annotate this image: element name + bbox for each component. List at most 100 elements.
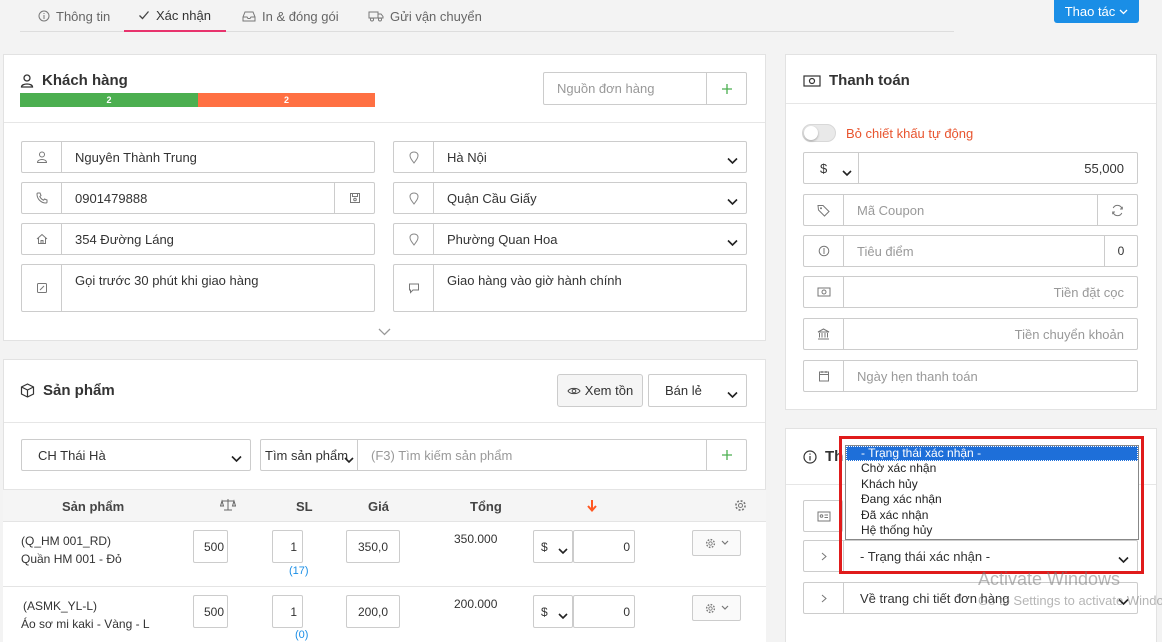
- tab-label: Gửi vận chuyển: [390, 8, 482, 24]
- expand-chevron-icon[interactable]: [378, 324, 391, 339]
- view-stock-label: Xem tồn: [584, 383, 634, 398]
- transfer-input[interactable]: Tiền chuyển khoản: [844, 327, 1137, 342]
- price-input[interactable]: 350,0: [346, 530, 400, 563]
- points-field[interactable]: Tiêu điểm 0: [803, 235, 1138, 267]
- chevron-down-icon: [558, 544, 568, 558]
- payment-date-field[interactable]: Ngày hẹn thanh toán: [803, 360, 1138, 392]
- weight-input[interactable]: 500: [193, 530, 228, 563]
- phone-icon: [22, 183, 62, 213]
- discount-input[interactable]: 0: [573, 530, 635, 563]
- info-circle-icon: [803, 449, 817, 464]
- chevron-right-icon[interactable]: [804, 541, 844, 571]
- auto-discount-toggle[interactable]: [802, 124, 836, 142]
- info-circle-icon: [38, 10, 50, 22]
- product-search[interactable]: Tìm sản phẩm (F3) Tìm kiếm sản phẩm: [260, 439, 747, 471]
- discount-currency-select[interactable]: $: [533, 595, 573, 628]
- address-value: 354 Đường Láng: [75, 231, 174, 247]
- product-code: (Q_HM 001_RD): [21, 534, 112, 548]
- phone-field[interactable]: 0901479888: [21, 182, 375, 214]
- ward-select[interactable]: Phường Quan Hoa: [393, 223, 747, 255]
- discount-value: 55,000: [1084, 160, 1124, 176]
- plus-icon: [721, 83, 732, 94]
- payment-panel-title: Thanh toán: [803, 72, 910, 89]
- divider: [786, 103, 1156, 104]
- order-source-input[interactable]: Nguồn đơn hàng: [543, 72, 747, 105]
- order-step-tabs: Thông tin Xác nhận In & đóng gói Gửi vận…: [20, 0, 954, 32]
- tab-label: In & đóng gói: [262, 8, 339, 24]
- table-row: (ASMK_YL-L) Áo sơ mi kaki - Vàng - L 500…: [3, 587, 766, 642]
- activate-windows-hint: Go to Settings to activate Windows.: [978, 593, 1162, 608]
- discount-input[interactable]: 0: [573, 595, 635, 628]
- customer-stats-bar: 2 2: [20, 93, 375, 107]
- delivery-note-field[interactable]: Giao hàng vào giờ hành chính: [393, 264, 747, 312]
- tab-info[interactable]: Thông tin: [24, 0, 124, 32]
- refresh-icon[interactable]: [1097, 195, 1137, 225]
- address-field[interactable]: 354 Đường Láng: [21, 223, 375, 255]
- tab-confirm[interactable]: Xác nhận: [124, 0, 226, 32]
- chevron-down-icon: [727, 387, 738, 402]
- map-pin-icon: [394, 142, 434, 172]
- tab-label: Thông tin: [56, 8, 111, 24]
- auto-discount-label: Bỏ chiết khấu tự động: [846, 126, 974, 141]
- deposit-field[interactable]: Tiền đặt cọc: [803, 276, 1138, 308]
- col-qty: SL: [296, 499, 313, 514]
- customer-note-field[interactable]: Gọi trước 30 phút khi giao hàng: [21, 264, 375, 312]
- stock-count-link[interactable]: (0): [295, 629, 308, 641]
- view-stock-button[interactable]: Xem tồn: [557, 374, 643, 407]
- chevron-down-icon: [721, 605, 728, 610]
- order-source-placeholder: Nguồn đơn hàng: [557, 81, 655, 96]
- map-pin-icon: [394, 224, 434, 254]
- points-input[interactable]: Tiêu điểm: [844, 244, 1104, 259]
- chevron-down-icon: [727, 235, 738, 250]
- save-icon[interactable]: [334, 183, 374, 213]
- id-card-icon: [804, 501, 844, 531]
- deposit-input[interactable]: Tiền đặt cọc: [844, 285, 1137, 300]
- edit-note-icon: [22, 265, 62, 311]
- calendar-icon: [804, 361, 844, 391]
- col-product: Sản phẩm: [62, 499, 125, 514]
- chevron-right-icon[interactable]: [804, 583, 844, 613]
- gear-icon: [705, 603, 715, 613]
- tab-print-pack[interactable]: In & đóng gói: [228, 0, 353, 32]
- products-table-header: Sản phẩm SL Giá Tổng: [3, 489, 766, 522]
- discount-currency-select[interactable]: $: [533, 530, 573, 563]
- customer-name-field[interactable]: Nguyên Thành Trung: [21, 141, 375, 173]
- city-select[interactable]: Hà Nội: [393, 141, 747, 173]
- sale-type-select[interactable]: Bán lẻ: [648, 374, 747, 407]
- tab-shipping[interactable]: Gửi vận chuyển: [354, 0, 496, 32]
- currency-value: $: [541, 604, 548, 619]
- discount-field[interactable]: $ 55,000: [803, 152, 1138, 184]
- plus-icon: [721, 450, 732, 460]
- product-code: (ASMK_YL-L): [23, 599, 98, 613]
- delivery-note: Giao hàng vào giờ hành chính: [447, 273, 622, 288]
- add-product-button[interactable]: [706, 440, 746, 470]
- title-text: Thanh toán: [829, 72, 910, 89]
- stock-count-link[interactable]: (17): [289, 565, 309, 577]
- coupon-input[interactable]: Mã Coupon: [844, 203, 1097, 218]
- search-input[interactable]: (F3) Tìm kiếm sản phẩm: [358, 448, 706, 463]
- col-price: Giá: [368, 499, 389, 514]
- product-cell: (Q_HM 001_RD) Quần HM 001 - Đỏ: [21, 532, 122, 568]
- search-type-select[interactable]: Tìm sản phẩm: [261, 440, 358, 470]
- price-input[interactable]: 200,0: [346, 595, 400, 628]
- actions-button[interactable]: Thao tác: [1054, 0, 1139, 23]
- search-type-value: Tìm sản phẩm: [265, 447, 349, 463]
- qty-input[interactable]: 1: [272, 530, 303, 563]
- product-cell: (ASMK_YL-L) Áo sơ mi kaki - Vàng - L: [21, 597, 150, 633]
- weight-input[interactable]: 500: [193, 595, 228, 628]
- row-settings-button[interactable]: [692, 530, 741, 556]
- payment-date-input[interactable]: Ngày hẹn thanh toán: [844, 369, 1137, 384]
- add-source-button[interactable]: [706, 73, 746, 104]
- money-icon: [803, 74, 821, 87]
- district-select[interactable]: Quận Cầu Giấy: [393, 182, 747, 214]
- home-icon: [22, 224, 62, 254]
- coupon-field[interactable]: Mã Coupon: [803, 194, 1138, 226]
- transfer-field[interactable]: Tiền chuyển khoản: [803, 318, 1138, 350]
- row-settings-button[interactable]: [692, 595, 741, 621]
- chevron-down-icon: [842, 165, 852, 180]
- row-total: 200.000: [454, 597, 498, 611]
- qty-input[interactable]: 1: [272, 595, 303, 628]
- settings-gear-icon[interactable]: [734, 499, 747, 515]
- store-select[interactable]: CH Thái Hà: [21, 439, 251, 471]
- discount-currency-select[interactable]: $: [804, 153, 859, 183]
